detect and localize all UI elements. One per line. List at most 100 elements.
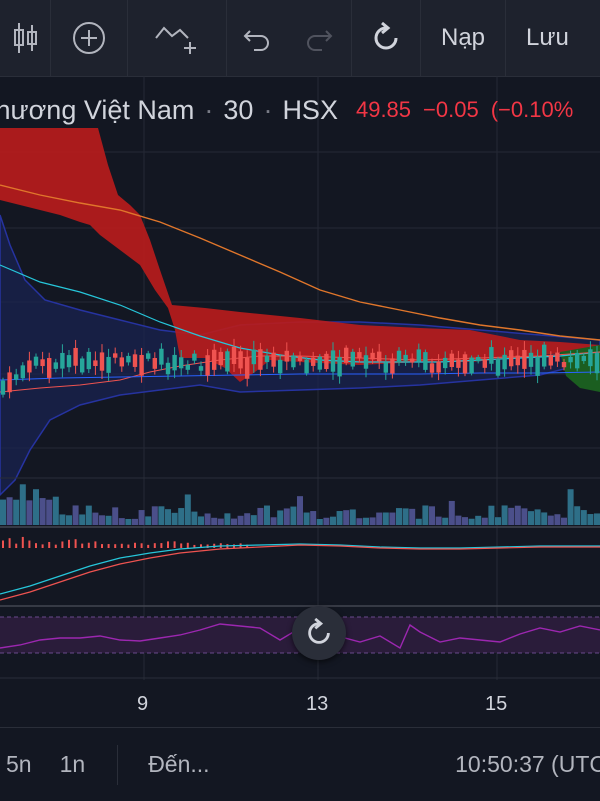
volume-bar (204, 513, 211, 525)
volume-bar (376, 512, 383, 525)
candle-body (185, 364, 190, 370)
candle-body (568, 356, 573, 363)
candle-body (594, 352, 600, 374)
volume-bar (224, 513, 231, 525)
refresh-icon[interactable] (352, 0, 420, 76)
volume-bar (343, 510, 350, 525)
macd-bar (147, 544, 150, 548)
candle-body (126, 355, 131, 363)
candle-body (132, 354, 138, 367)
candle-body (337, 357, 342, 377)
volume-bar (125, 518, 132, 525)
macd-bar (180, 543, 183, 548)
volume-bar (330, 516, 336, 525)
candle-body (416, 349, 421, 362)
add-study-icon[interactable] (128, 0, 226, 76)
volume-bar (462, 517, 468, 525)
bottom-toolbar: 5n 1n Đến... 10:50:37 (UTC (0, 727, 600, 801)
range-5d-button[interactable]: 5n (6, 751, 32, 778)
volume-bar (92, 512, 99, 525)
macd-bar (186, 542, 189, 548)
volume-bar (475, 515, 482, 525)
candle-body (515, 355, 520, 366)
candle-body (436, 361, 441, 373)
volume-bar (46, 499, 53, 525)
volume-bar (118, 518, 125, 525)
candle-body (535, 356, 540, 376)
volume-bar (594, 513, 600, 525)
candle-body (40, 359, 45, 367)
volume-bar (79, 514, 86, 525)
last-price: 49.85 (355, 97, 412, 122)
volume-bar (567, 489, 574, 525)
volume-bar (138, 510, 145, 525)
candle-body (363, 355, 369, 369)
candle-body (0, 380, 6, 395)
volume-bar (303, 512, 310, 525)
candle-body (106, 356, 111, 373)
volume-bar (99, 515, 105, 525)
add-indicator-icon[interactable] (51, 0, 127, 76)
top-toolbar: Nạp Lưu (0, 0, 600, 77)
macd-bar (107, 544, 110, 548)
goto-date-button[interactable]: Đến... (148, 751, 209, 778)
candle-body (462, 354, 468, 374)
macd-bar (15, 543, 18, 548)
candle-body (278, 359, 283, 374)
volume-bar (422, 505, 429, 525)
symbol-name: thương Việt Nam (0, 94, 195, 125)
candlestick-chart-type-icon[interactable] (0, 0, 50, 76)
volume-bar (495, 517, 501, 525)
candle-body (370, 352, 375, 360)
reload-button[interactable]: Nạp (421, 0, 505, 76)
volume-bar (574, 506, 581, 525)
candle-body (324, 353, 329, 369)
candle-body (561, 361, 567, 368)
volume-bar (178, 508, 185, 525)
candle-body (258, 349, 263, 370)
candle-body (396, 350, 402, 363)
candle-body (80, 358, 85, 373)
macd-bar (114, 544, 117, 548)
candle-body (205, 355, 210, 376)
range-1d-button[interactable]: 1n (60, 751, 86, 778)
volume-bar (455, 515, 462, 525)
volume-bar (39, 498, 46, 525)
volume-bar (112, 507, 119, 525)
candle-body (456, 359, 461, 368)
candle-body (53, 362, 58, 369)
volume-bar (0, 499, 6, 525)
undo-icon[interactable] (227, 0, 287, 76)
save-button[interactable]: Lưu (506, 0, 589, 76)
candle-body (93, 360, 98, 367)
macd-bar (140, 543, 143, 548)
volume-bar (250, 515, 257, 525)
volume-bar (184, 494, 191, 525)
candle-body (152, 358, 157, 369)
candle-body (429, 363, 435, 373)
reset-chart-button[interactable] (292, 606, 346, 660)
macd-bar (21, 536, 24, 548)
volume-bar (488, 505, 495, 525)
redo-icon[interactable] (287, 0, 351, 76)
clock-timezone[interactable]: 10:50:37 (UTC (455, 751, 600, 778)
candle-body (192, 353, 197, 361)
volume-bar (231, 518, 237, 525)
interval-label: 30 (223, 94, 254, 125)
candle-body (60, 352, 65, 369)
candle-body (139, 354, 144, 376)
volume-bar (547, 515, 554, 525)
macd-signal-line (0, 544, 600, 601)
candle-body (555, 352, 560, 362)
candle-body (297, 356, 303, 361)
volume-bar (521, 508, 528, 525)
candle-body (390, 358, 395, 374)
macd-bar (160, 543, 163, 548)
macd-bar (61, 541, 64, 548)
volume-bar (514, 505, 521, 525)
macd-bar (28, 540, 31, 548)
reset-icon (308, 618, 330, 644)
candle-body (449, 353, 454, 367)
symbol-legend[interactable]: thương Việt Nam · 30 · HSX 49.85 −0.05 (… (0, 88, 600, 132)
volume-bar (323, 517, 330, 525)
